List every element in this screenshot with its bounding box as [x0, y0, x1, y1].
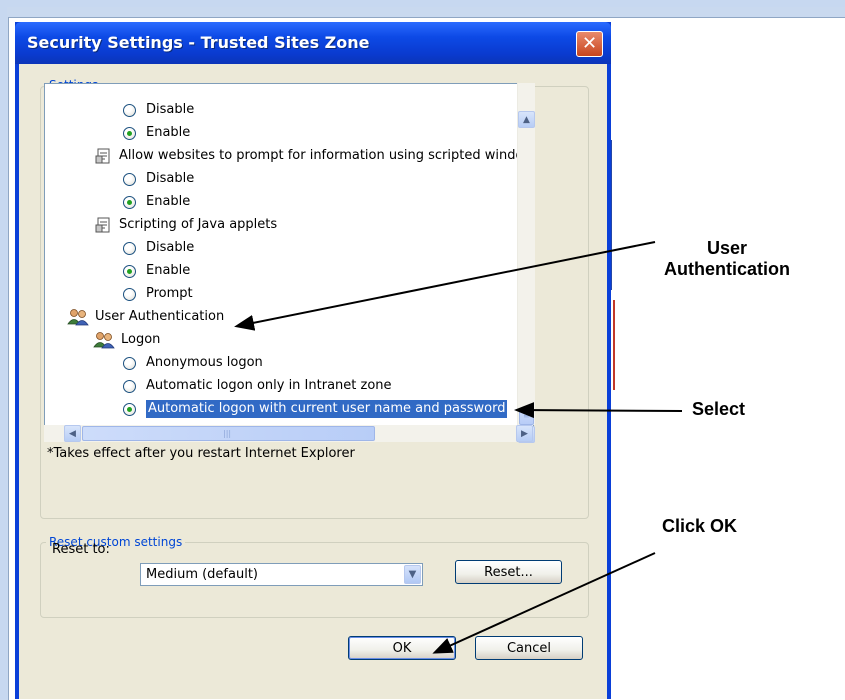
arrow-to-user-authentication — [234, 241, 656, 331]
arrow-to-select-option — [514, 402, 683, 419]
arrow-to-ok-button — [432, 552, 656, 654]
annotation-arrows — [234, 241, 683, 654]
